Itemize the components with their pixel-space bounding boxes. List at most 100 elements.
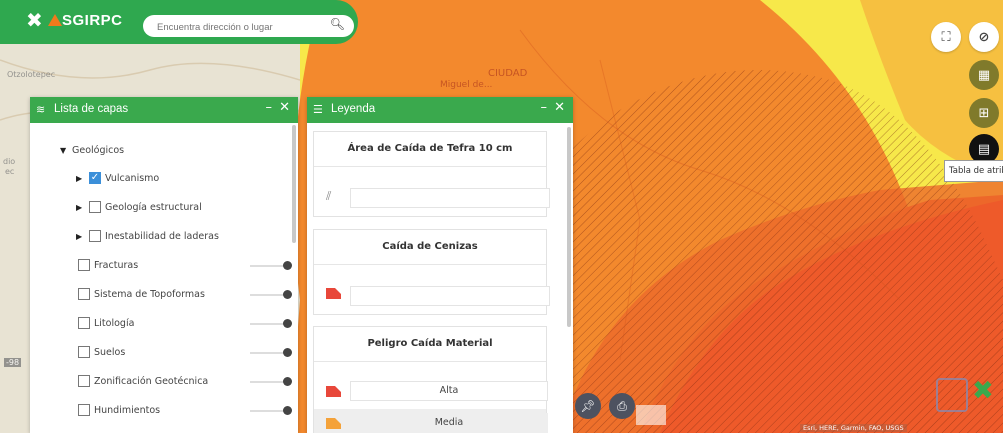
caret-down-icon[interactable]: ▼ [60,146,66,155]
search-input[interactable] [155,18,319,36]
layer-item[interactable]: Sistema de Topoformas [30,285,292,305]
layer-checkbox[interactable] [89,230,101,242]
add-data-button[interactable]: ⊞ [969,98,999,128]
legend-panel-title: Leyenda [331,103,376,115]
sgirpc-cross-icon: ✖ [972,376,994,406]
opacity-slider-track[interactable] [250,352,286,354]
map-label-partial-2: ec [5,167,15,176]
legend-section-title: Caída de Cenizas [382,241,478,252]
opacity-slider-track[interactable] [250,294,286,296]
app-logo-text: SGIRPC [62,12,123,29]
tool-tray [636,405,666,425]
layer-label: Suelos [94,347,126,358]
legend-section-cenizas: Caída de Cenizas [313,229,550,315]
opacity-slider-handle[interactable] [283,406,292,415]
layer-item[interactable]: ▶ Geología estructural [30,198,292,218]
layer-label: Sistema de Topoformas [94,289,205,300]
opacity-slider-handle[interactable] [283,319,292,328]
layer-label: Geología estructural [105,202,202,213]
map-label-coord: -98 [4,358,22,367]
fullscreen-button[interactable]: ⛶ [931,22,961,52]
map-label-otzolotepec: Otzolotepec [7,70,56,79]
layer-checkbox[interactable] [78,259,90,271]
layer-label: Litología [94,318,135,329]
minimize-icon[interactable]: – [266,100,273,115]
map-label-ciudad: CIUDAD [488,68,528,79]
layer-checkbox[interactable] [78,288,90,300]
layer-item[interactable]: Suelos [30,343,292,363]
sgirpc-cross-icon: ✖ [26,8,43,32]
fullscreen-icon: ⛶ [941,29,951,45]
opacity-slider-handle[interactable] [283,348,292,357]
layer-item[interactable]: Hundimientos [30,401,292,421]
layers-panel-title: Lista de capas [54,103,129,115]
map-attribution: Esri, HERE, Garmin, FAO, USGS [800,424,907,432]
pin-icon: 📌︎ [580,399,596,413]
layer-item[interactable]: ▶ Inestabilidad de laderas [30,227,292,247]
layer-label: Hundimientos [94,405,161,416]
legend-entry-alta: Alta [350,381,548,401]
caret-right-icon[interactable]: ▶ [76,203,82,212]
caret-right-icon[interactable]: ▶ [76,174,82,183]
print-button[interactable]: ⎙ [609,393,635,419]
layer-group-label: Geológicos [72,145,125,156]
layer-checkbox[interactable] [89,201,101,213]
layer-item[interactable]: ▶ ✓ Vulcanismo [30,169,292,189]
map-label-partial: dio [3,157,16,166]
layers-scrollbar[interactable] [292,125,296,243]
search-icon[interactable]: 🔍︎ [330,17,345,31]
eye-off-icon: ⊘ [978,29,990,45]
legend-scrollbar[interactable] [567,127,571,327]
legend-entry-label [350,286,550,306]
layer-label: Fracturas [94,260,139,271]
legend-panel: ☰ Leyenda – ✕ Área de Caída de Tefra 10 … [307,97,573,433]
opacity-slider-track[interactable] [250,410,286,412]
layer-label: Zonificación Geotécnica [94,376,209,387]
minimize-icon[interactable]: – [541,100,548,115]
plus-box-icon: ⊞ [978,105,990,121]
opacity-slider-track[interactable] [250,381,286,383]
table-icon: ▤ [977,141,991,157]
legend-section-tefra: Área de Caída de Tefra 10 cm ⫽ [313,131,550,217]
layer-item[interactable]: Litología [30,314,292,334]
orange-swatch-icon [326,418,341,429]
red-swatch-icon [326,288,341,299]
legend-panel-header[interactable]: ☰ Leyenda – ✕ [307,97,573,123]
opacity-slider-handle[interactable] [283,377,292,386]
layer-group-geologicos[interactable]: ▼ Geológicos [30,141,270,161]
layers-panel: ≋ Lista de capas – ✕ ▼ Geológicos ▶ ✓ Vulc… [30,97,298,433]
map-label-miguel: Miguel de... [440,80,493,90]
layer-item[interactable]: Zonificación Geotécnica [30,372,292,392]
layer-label: Vulcanismo [105,173,160,184]
layer-checkbox[interactable]: ✓ [89,172,101,184]
layers-icon: ≋ [36,103,46,116]
legend-section-peligro: Peligro Caída Material Alta Media [313,326,548,433]
layers-panel-header[interactable]: ≋ Lista de capas – ✕ [30,97,298,123]
printer-icon: ⎙ [617,398,627,413]
opacity-slider-handle[interactable] [283,290,292,299]
layer-item[interactable]: Fracturas [30,256,292,276]
red-swatch-icon [326,386,341,397]
legend-section-title: Peligro Caída Material [367,338,493,349]
opacity-slider-track[interactable] [250,323,286,325]
layer-checkbox[interactable] [78,404,90,416]
close-icon[interactable]: ✕ [279,100,290,115]
opacity-slider-track[interactable] [250,265,286,267]
pin-button[interactable]: 📌︎ [575,393,601,419]
grid-icon: ▦ [977,67,991,83]
opacity-slider-handle[interactable] [283,261,292,270]
layer-checkbox[interactable] [78,317,90,329]
basemap-button[interactable]: ▦ [969,60,999,90]
top-bar: ✖ SGIRPC 🔍︎ [0,0,358,44]
caret-right-icon[interactable]: ▶ [76,232,82,241]
close-icon[interactable]: ✕ [554,100,565,115]
layer-label: Inestabilidad de laderas [105,231,219,242]
layer-checkbox[interactable] [78,346,90,358]
hatch-swatch-icon: ⫽ [326,189,332,203]
visibility-toggle-button[interactable]: ⊘ [969,22,999,52]
legend-section-title: Área de Caída de Tefra 10 cm [347,143,513,154]
layer-checkbox[interactable] [78,375,90,387]
cdmx-emblem-icon [936,378,968,412]
legend-entry-label [350,188,550,208]
legend-entry-media: Media [350,413,548,433]
